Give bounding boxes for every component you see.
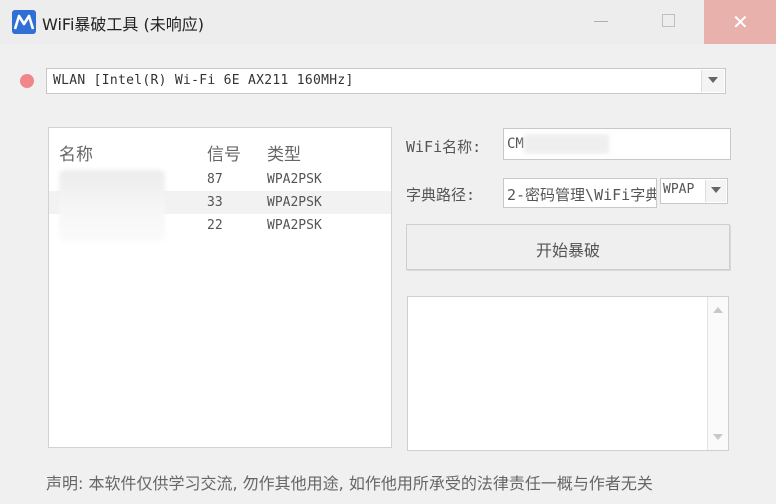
ssid-value: CM <box>507 136 524 152</box>
dict-path-value: 2-密码管理\WiFi字典 <box>507 186 657 204</box>
auth-mode-value: WPAP <box>663 182 695 197</box>
auth-mode-dropdown-button[interactable] <box>705 180 726 202</box>
start-crack-button[interactable]: 开始暴破 <box>406 224 730 270</box>
minimize-button[interactable] <box>572 0 630 44</box>
redacted-network-names <box>59 170 165 242</box>
signal-cell: 33 <box>207 195 223 210</box>
adapter-select-value: WLAN [Intel(R) Wi-Fi 6E AX211 160MHz] <box>53 73 354 88</box>
adapter-dropdown-button[interactable] <box>701 70 724 92</box>
window-title: WiFi暴破工具 (未响应) <box>42 15 204 34</box>
chevron-down-icon <box>708 77 718 83</box>
chevron-down-icon <box>711 187 721 193</box>
adapter-status-indicator <box>20 74 34 88</box>
dict-path-label: 字典路径: <box>406 186 476 204</box>
app-window: WiFi暴破工具 (未响应) ✕ WLAN [Intel(R) Wi-Fi 6E… <box>0 0 776 504</box>
auth-mode-select[interactable]: WPAP <box>660 178 728 204</box>
log-scrollbar[interactable] <box>707 297 728 450</box>
log-output[interactable] <box>407 296 729 451</box>
start-crack-label: 开始暴破 <box>535 241 600 260</box>
app-logo-icon <box>12 10 36 34</box>
maximize-button[interactable] <box>640 0 698 44</box>
column-header-type[interactable]: 类型 <box>267 140 301 165</box>
wifi-network-list[interactable]: 名称 信号 类型 87 WPA2PSK 33 WPA2PSK 22 WPA2PS… <box>48 127 392 448</box>
scroll-down-icon[interactable] <box>713 434 723 440</box>
scroll-up-icon[interactable] <box>713 307 723 313</box>
type-cell: WPA2PSK <box>267 218 322 233</box>
signal-cell: 22 <box>207 218 223 233</box>
ssid-label: WiFi名称: <box>406 138 482 156</box>
ssid-field[interactable]: CM <box>503 128 731 160</box>
close-button[interactable]: ✕ <box>704 0 776 44</box>
column-header-name[interactable]: 名称 <box>59 140 93 165</box>
column-header-signal[interactable]: 信号 <box>207 140 241 165</box>
dict-path-field[interactable]: 2-密码管理\WiFi字典 <box>503 178 657 208</box>
type-cell: WPA2PSK <box>267 172 322 187</box>
signal-cell: 87 <box>207 172 223 187</box>
close-icon: ✕ <box>732 10 749 34</box>
minimize-icon <box>594 21 608 22</box>
redacted-ssid <box>524 134 609 154</box>
title-bar[interactable]: WiFi暴破工具 (未响应) ✕ <box>0 0 776 44</box>
adapter-select[interactable]: WLAN [Intel(R) Wi-Fi 6E AX211 160MHz] <box>46 68 726 94</box>
maximize-icon <box>662 14 675 27</box>
disclaimer-text: 声明: 本软件仅供学习交流, 勿作其他用途, 如作他用所承受的法律责任一概与作者… <box>46 474 653 493</box>
type-cell: WPA2PSK <box>267 195 322 210</box>
